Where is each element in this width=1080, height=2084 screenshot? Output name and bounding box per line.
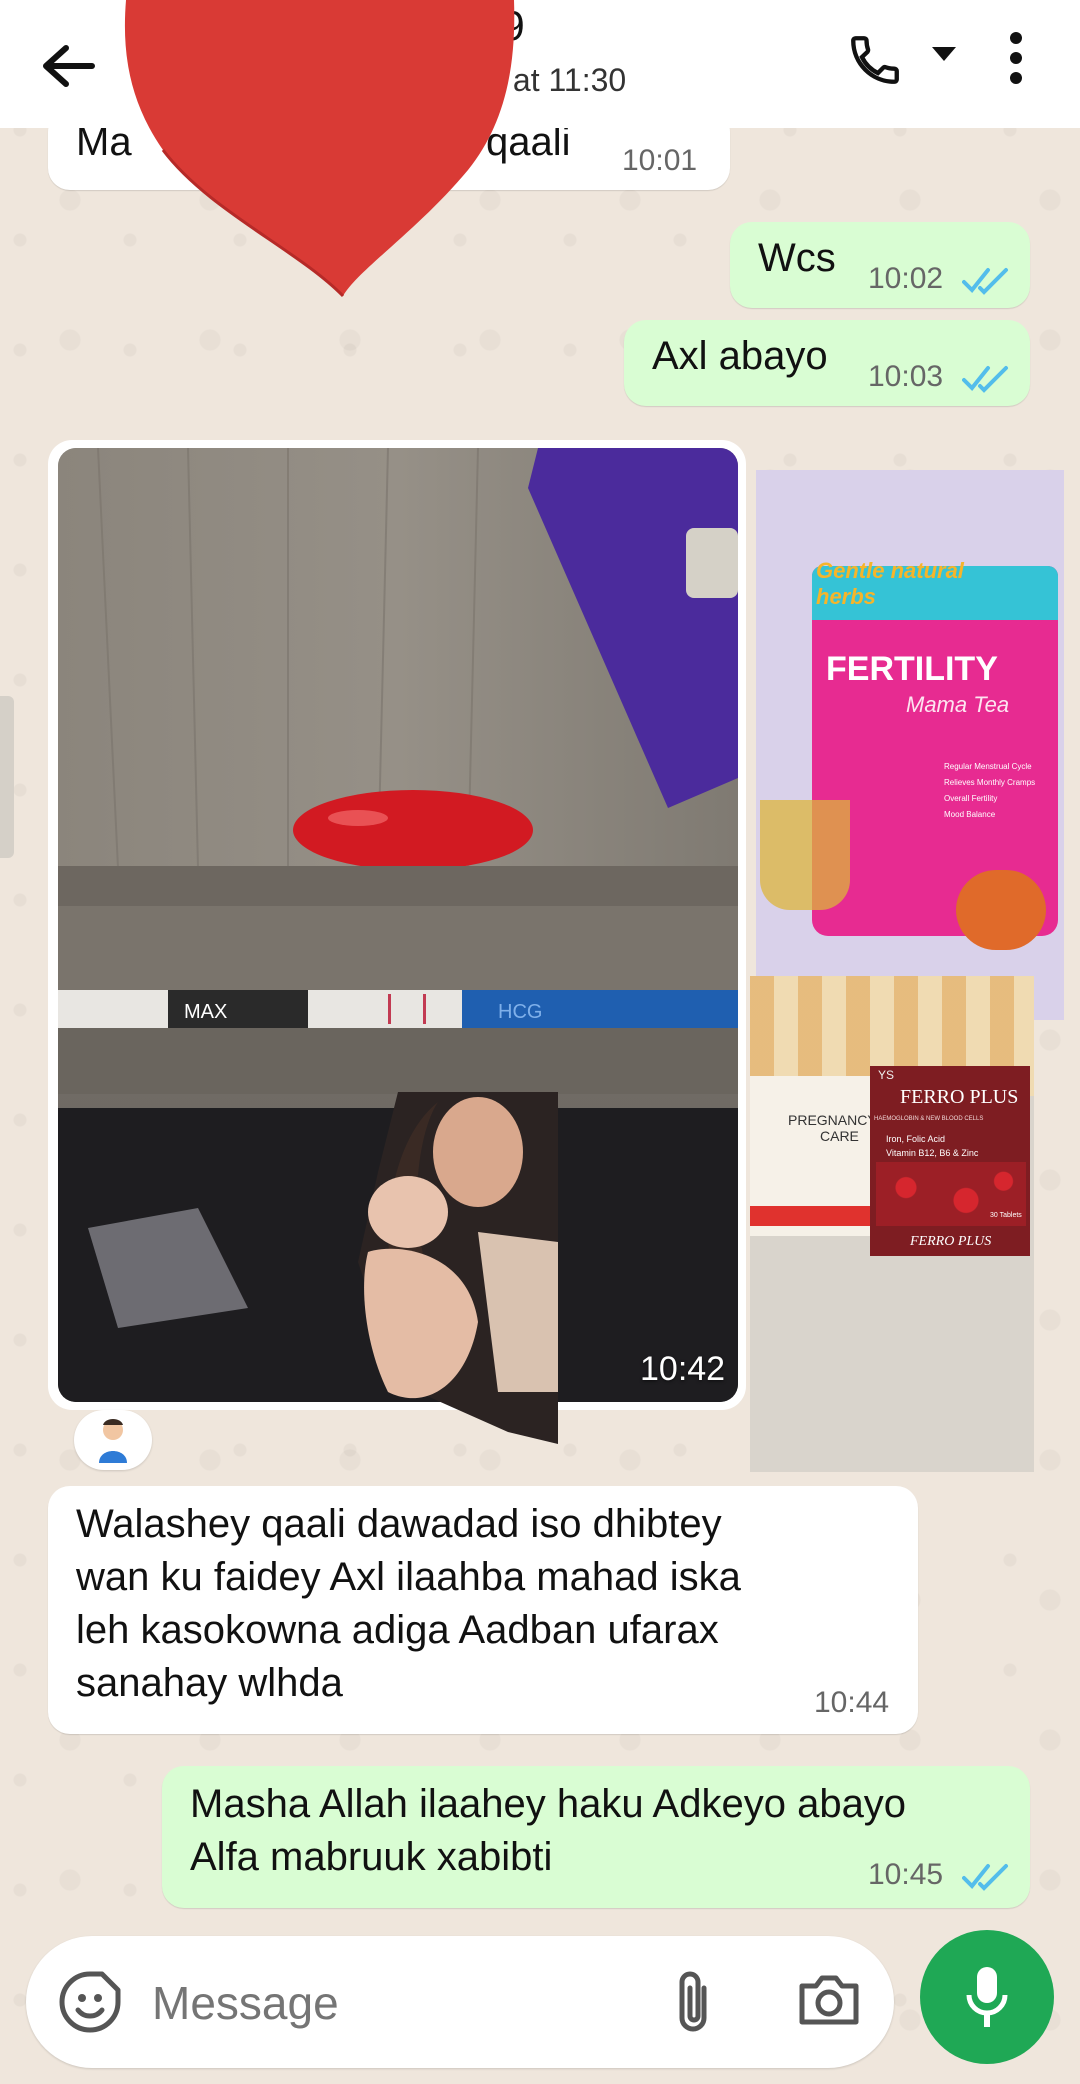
double-check-icon [962,366,1008,393]
double-check-icon [962,1864,1008,1891]
message-time: 10:03 [868,360,944,393]
message-text-line: leh kasokowna adiga Aadban ufarax [76,1608,719,1652]
product-bullet: Relieves Monthly Cramps [944,778,1036,787]
product-bullet: Mood Balance [944,810,996,819]
message-text-line: wan ku faidey Axl ilaahba mahad iska [76,1555,741,1599]
ferro-name: FERRO PLUS [900,1086,1019,1108]
message-time: 10:45 [868,1858,944,1891]
ferro-bottom: FERRO PLUS [910,1234,992,1249]
arrow-left-icon[interactable] [30,28,106,104]
message-bubble-outgoing[interactable]: Masha Allah ilaahey haku Adkeyo abayo Al… [162,1766,1030,1908]
person-emoji-icon [99,1419,127,1463]
message-input[interactable] [150,1960,634,2046]
mic-icon [966,1967,1008,2027]
mic-button[interactable] [920,1930,1054,2064]
ferro-detail: Vitamin B12, B6 & Zinc [886,1148,979,1158]
more-vert-icon[interactable] [996,20,1036,96]
message-bubble-outgoing[interactable]: Axl abayo 10:03 [624,320,1030,406]
message-bubble-incoming[interactable]: Walashey qaali dawadad iso dhibtey wan k… [48,1486,918,1734]
message-time: 10:01 [622,144,698,177]
camera-icon[interactable] [796,1972,862,2028]
message-time: 10:02 [868,262,944,295]
message-text-line: Walashey qaali dawadad iso dhibtey [76,1502,722,1546]
message-text-line: Alfa mabruuk xabibti [190,1835,553,1879]
product-bullet: Overall Fertility [944,794,998,803]
message-text: Wcs [758,236,836,280]
pregnancy-label: CARE [820,1128,859,1144]
message-text: Axl abayo [652,334,828,378]
product-tagline: Gentle natural herbs [816,558,964,609]
ferro-plus-image: PREGNANCY CARE YS FERRO PLUS HAEMOGLOBIN… [750,976,1034,1472]
heart-sticker [124,0,515,298]
fertility-tea-image: Gentle natural herbs FERTILITY Mama Tea … [756,470,1064,1020]
product-bullet: Regular Menstrual Cycle [944,762,1032,771]
double-check-icon [962,268,1008,295]
sticker-smile-icon[interactable] [58,1970,122,2034]
scroll-handle[interactable] [0,696,14,858]
phone-icon[interactable] [840,22,910,98]
ferro-line: HAEMOGLOBIN & NEW BLOOD CELLS [874,1116,984,1122]
message-time: 10:42 [640,1350,726,1388]
paperclip-icon[interactable] [668,1966,718,2036]
mother-baby-photo [358,1092,558,1444]
reaction-badge[interactable] [74,1410,152,1470]
ferro-detail: Iron, Folic Acid [886,1134,946,1144]
chevron-down-icon[interactable] [926,36,962,72]
product-subname: Mama Tea [906,692,1010,717]
test-strip-brand: HCG [498,1001,542,1023]
product-name: FERTILITY [826,650,998,688]
message-bubble-outgoing[interactable]: Wcs 10:02 [730,222,1030,308]
ferro-brand: YS [878,1068,895,1082]
ferro-count: 30 Tablets [990,1212,1022,1219]
message-text-line: sanahay wlhda [76,1661,343,1705]
message-text-line: Masha Allah ilaahey haku Adkeyo abayo [190,1782,907,1826]
message-time: 10:44 [814,1686,890,1719]
pregnancy-label: PREGNANCY [788,1112,877,1128]
test-strip-max: MAX [184,1001,227,1023]
